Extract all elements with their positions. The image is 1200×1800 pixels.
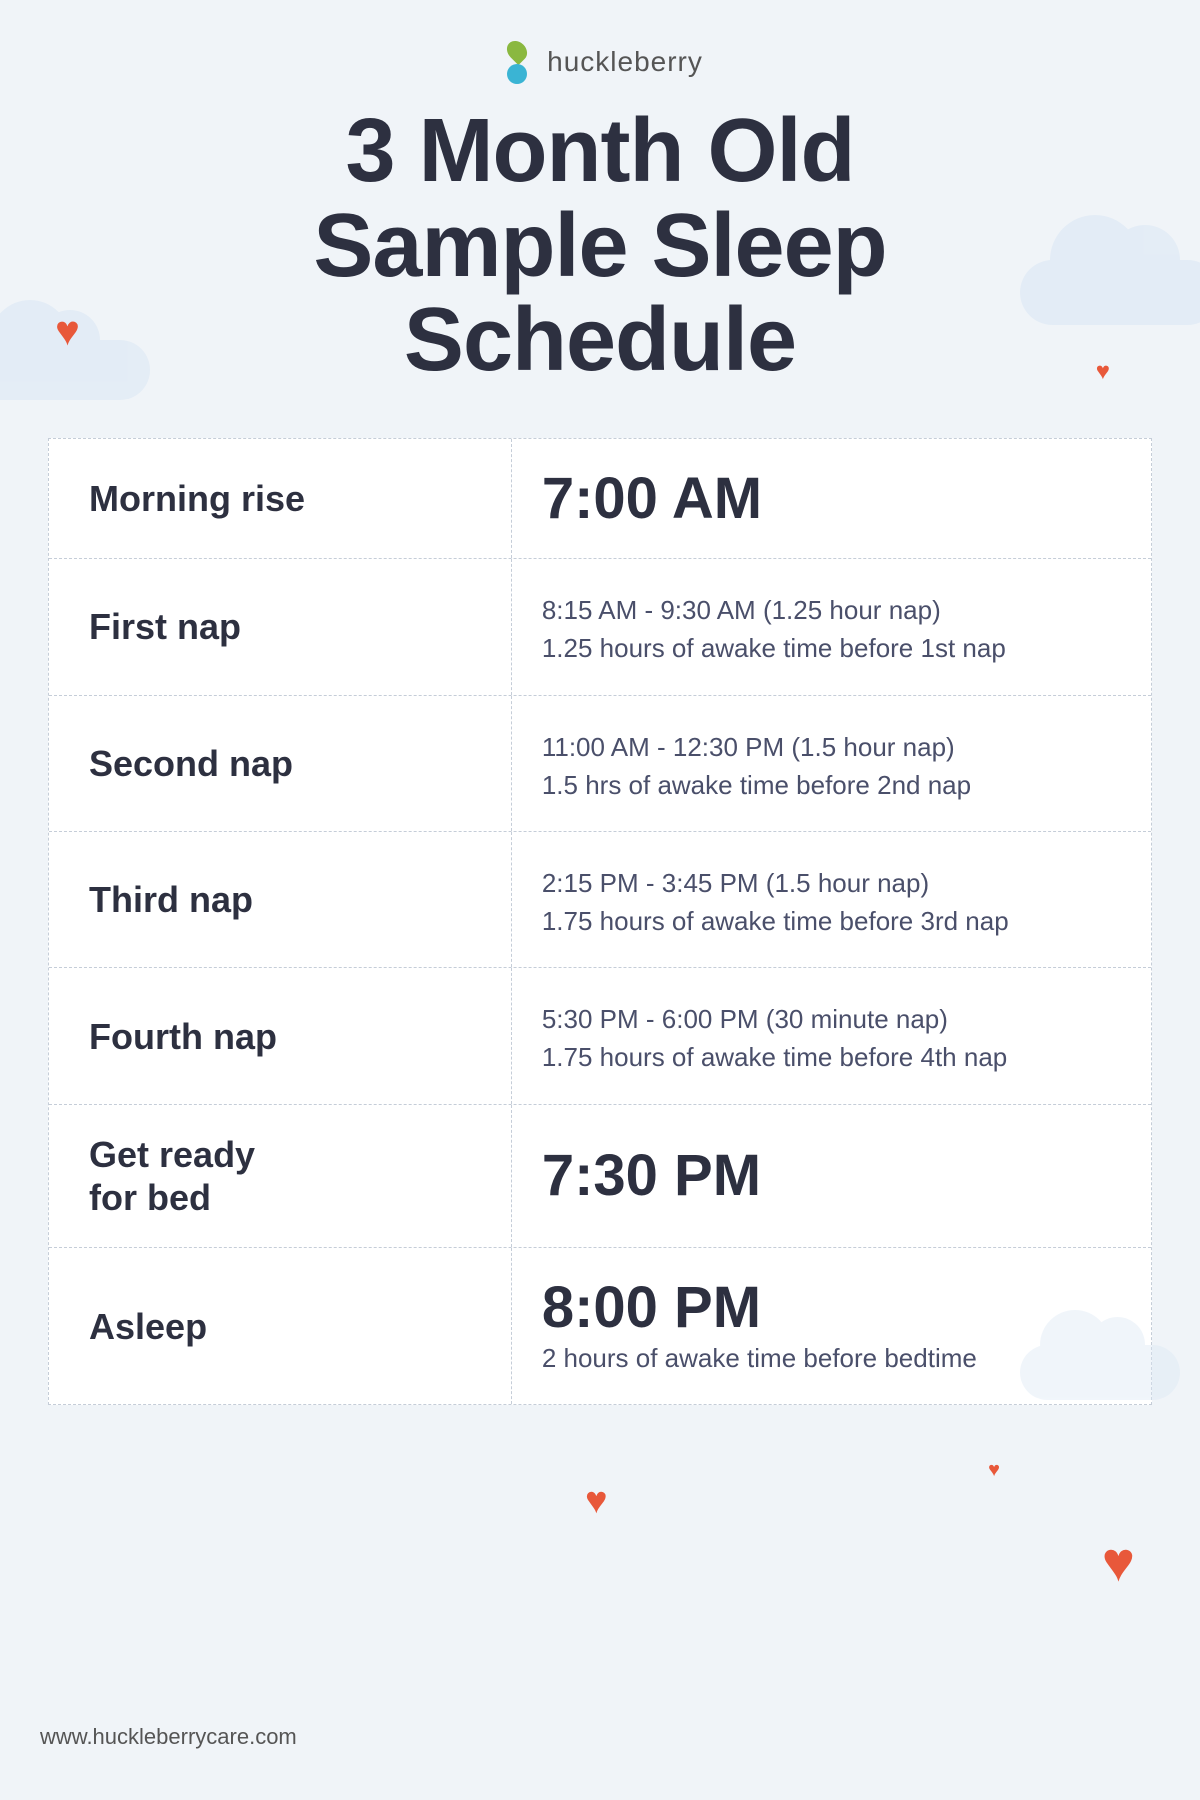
cloud-decoration-2	[1020, 260, 1200, 325]
schedule-row-third-nap: Third nap 2:15 PM - 3:45 PM (1.5 hour nap…	[49, 832, 1151, 968]
schedule-row-get-ready: Get readyfor bed 7:30 PM	[49, 1105, 1151, 1248]
title-line2: Sample Sleep	[313, 196, 886, 296]
row-value-fourth-nap: 5:30 PM - 6:00 PM (30 minute nap)1.75 ho…	[512, 968, 1151, 1103]
header: huckleberry 3 Month Old Sample Sleep Sch…	[0, 0, 1200, 418]
row-value-morning-rise: 7:00 AM	[512, 439, 1151, 559]
time-detail1-first-nap: 8:15 AM - 9:30 AM (1.25 hour nap)	[542, 591, 1121, 630]
footer: www.huckleberrycare.com	[0, 1694, 1200, 1780]
row-label-text-get-ready: Get readyfor bed	[89, 1133, 255, 1219]
row-label-get-ready: Get readyfor bed	[49, 1105, 512, 1247]
schedule-row-fourth-nap: Fourth nap 5:30 PM - 6:00 PM (30 minute n…	[49, 968, 1151, 1104]
logo-leaf-icon	[503, 37, 531, 65]
row-label-text-fourth-nap: Fourth nap	[89, 1015, 277, 1058]
row-label-second-nap: Second nap	[49, 696, 512, 831]
time-detail1-second-nap: 11:00 AM - 12:30 PM (1.5 hour nap)	[542, 728, 1121, 767]
logo-icon	[497, 40, 537, 84]
row-label-text-asleep: Asleep	[89, 1305, 207, 1348]
cloud-decoration-3	[1020, 1345, 1180, 1400]
time-large-asleep: 8:00 PM	[542, 1276, 1121, 1340]
heart-decoration-4: ♥	[1102, 1534, 1135, 1590]
footer-url: www.huckleberrycare.com	[40, 1724, 297, 1750]
row-label-text-third-nap: Third nap	[89, 878, 253, 921]
logo-berry-icon	[507, 64, 527, 84]
time-detail2-second-nap: 1.5 hrs of awake time before 2nd nap	[542, 767, 1121, 803]
row-label-text-morning-rise: Morning rise	[89, 477, 305, 520]
heart-decoration-2: ♥	[1096, 360, 1110, 384]
schedule-row-second-nap: Second nap 11:00 AM - 12:30 PM (1.5 hour …	[49, 696, 1151, 832]
page-wrapper: ♥ ♥ ♥ ♥ ♥ huckleberry 3 Month Old Sample…	[0, 0, 1200, 1800]
title-line1: 3 Month Old	[346, 101, 855, 201]
title-line3: Schedule	[404, 290, 796, 390]
row-label-text-first-nap: First nap	[89, 605, 241, 648]
row-value-get-ready: 7:30 PM	[512, 1105, 1151, 1247]
row-label-fourth-nap: Fourth nap	[49, 968, 512, 1103]
row-value-second-nap: 11:00 AM - 12:30 PM (1.5 hour nap)1.5 hr…	[512, 696, 1151, 831]
brand-name: huckleberry	[547, 46, 703, 78]
schedule-row-morning-rise: Morning rise 7:00 AM	[49, 439, 1151, 560]
time-detail1-third-nap: 2:15 PM - 3:45 PM (1.5 hour nap)	[542, 864, 1121, 903]
logo-area: huckleberry	[497, 40, 703, 84]
row-value-third-nap: 2:15 PM - 3:45 PM (1.5 hour nap)1.75 hou…	[512, 832, 1151, 967]
schedule-table: Morning rise 7:00 AM First nap 8:15 AM - 9:…	[48, 438, 1152, 1406]
page-title: 3 Month Old Sample Sleep Schedule	[253, 104, 946, 388]
time-large-get-ready: 7:30 PM	[542, 1144, 1121, 1208]
row-label-text-second-nap: Second nap	[89, 742, 293, 785]
row-value-first-nap: 8:15 AM - 9:30 AM (1.25 hour nap)1.25 ho…	[512, 559, 1151, 694]
heart-decoration-1: ♥	[55, 310, 80, 352]
time-detail2-third-nap: 1.75 hours of awake time before 3rd nap	[542, 903, 1121, 939]
row-label-morning-rise: Morning rise	[49, 439, 512, 559]
time-detail1-fourth-nap: 5:30 PM - 6:00 PM (30 minute nap)	[542, 1000, 1121, 1039]
schedule-row-asleep: Asleep8:00 PM2 hours of awake time befor…	[49, 1248, 1151, 1404]
row-label-asleep: Asleep	[49, 1248, 512, 1404]
row-label-first-nap: First nap	[49, 559, 512, 694]
time-detail2-fourth-nap: 1.75 hours of awake time before 4th nap	[542, 1039, 1121, 1075]
time-detail2-first-nap: 1.25 hours of awake time before 1st nap	[542, 630, 1121, 666]
heart-decoration-5: ♥	[988, 1460, 1000, 1480]
heart-decoration-3: ♥	[585, 1482, 608, 1520]
row-label-third-nap: Third nap	[49, 832, 512, 967]
schedule-row-first-nap: First nap 8:15 AM - 9:30 AM (1.25 hour na…	[49, 559, 1151, 695]
time-large-morning-rise: 7:00 AM	[542, 467, 1121, 531]
